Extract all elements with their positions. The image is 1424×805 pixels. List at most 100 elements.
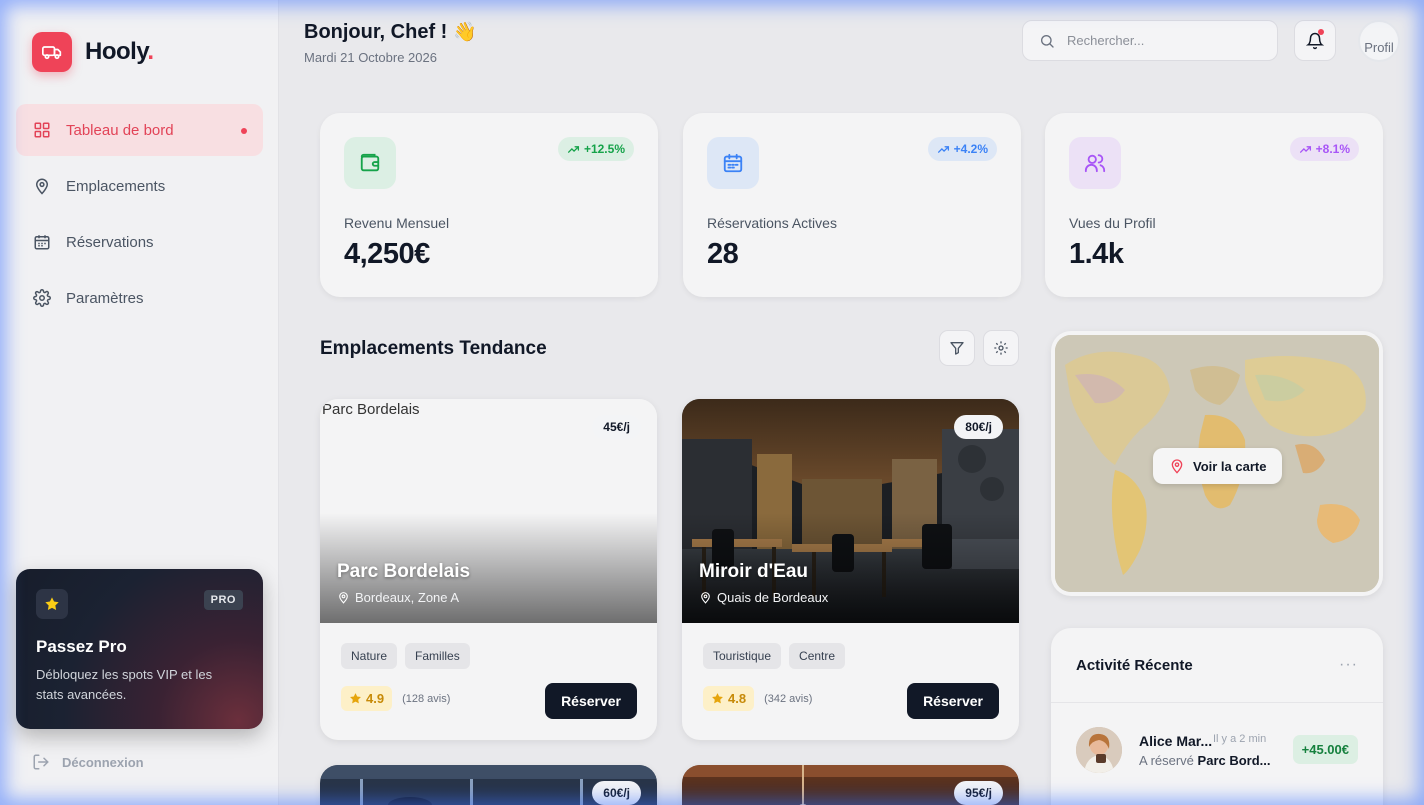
divider [1051,702,1383,703]
logout-icon [33,754,49,770]
pro-title: Passez Pro [36,637,127,656]
sidebar-item-label: Emplacements [66,177,166,195]
book-button[interactable]: Réserver [907,683,999,719]
tag: Nature [341,643,398,669]
trend-up-icon [1299,145,1311,153]
trend-up-icon [937,145,949,153]
location-address: Quais de Bordeaux [699,590,828,605]
sidebar-item-settings[interactable]: Paramètres [16,272,263,324]
stat-value: 1.4k [1069,238,1124,270]
sidebar: Hooly. Tableau de bord Emplacements Rése… [0,0,279,805]
current-date: Mardi 21 Octobre 2026 [304,50,437,65]
location-name: Miroir d'Eau [699,561,809,582]
location-name: Parc Bordelais [337,561,471,582]
grid-icon [32,120,52,140]
notification-dot [1318,29,1324,35]
stat-card-reservations: +4.2% Réservations Actives 28 [683,113,1021,297]
stat-label: Revenu Mensuel [344,215,450,231]
location-card[interactable]: 95€/j [682,765,1019,805]
map-pin-icon [339,592,348,604]
activity-title: Activité Récente [1076,657,1193,674]
recent-activity-card: Activité Récente ··· Alice Mar... Il y a… [1051,628,1383,805]
pro-badge: PRO [203,590,243,610]
logout-button[interactable]: Déconnexion [32,753,144,771]
settings-button[interactable] [983,330,1019,366]
gear-icon [32,288,52,308]
sidebar-item-dashboard[interactable]: Tableau de bord [16,104,263,156]
gear-icon [994,341,1008,355]
greeting: Bonjour, Chef ! 👋 Mardi 21 Octobre 2026 [304,20,477,66]
sidebar-item-label: Tableau de bord [66,121,174,139]
book-button[interactable]: Réserver [545,683,637,719]
notifications-button[interactable] [1294,20,1336,61]
rating: 4.8 (342 avis) [703,686,812,711]
location-card[interactable]: 60€/j [320,765,657,805]
sidebar-item-label: Réservations [66,233,154,251]
avatar [1076,727,1122,773]
tag: Centre [789,643,846,669]
users-icon [1069,137,1121,189]
avatar-alt-text: Profil [1364,40,1394,55]
rating-badge: 4.8 [703,686,755,711]
stat-value: 4,250€ [344,238,430,270]
trend-badge: +12.5% [557,137,634,161]
sidebar-nav: Tableau de bord Emplacements Réservation… [16,104,263,328]
brand-name: Hooly. [85,38,154,65]
filter-button[interactable] [939,330,975,366]
section-title: Emplacements Tendance [320,338,547,359]
image-alt-text: Parc Bordelais [322,401,420,418]
trend-badge: +8.1% [1289,137,1359,161]
pro-description: Débloquez les spots VIP et les stats ava… [36,667,213,702]
map-pin-icon [32,176,52,196]
location-image: 80€/j Miroir d'Eau Quais de Bordeaux [682,399,1019,623]
stat-value: 28 [707,238,739,270]
page-title: Bonjour, Chef ! 👋 [304,20,477,44]
world-map: Voir la carte [1055,335,1379,592]
stat-card-views: +8.1% Vues du Profil 1.4k [1045,113,1383,297]
user-photo [1076,727,1122,773]
sidebar-item-locations[interactable]: Emplacements [16,160,263,212]
map-card[interactable]: Voir la carte [1051,331,1383,596]
calendar-icon [32,232,52,252]
location-image: Parc Bordelais 45€/j Parc Bordelais Bord… [320,399,657,623]
review-count: (128 avis) [402,692,451,705]
map-pin-icon [701,592,710,604]
search-input[interactable] [1067,33,1257,48]
logo[interactable]: Hooly. [32,32,154,72]
trend-badge: +4.2% [927,137,997,161]
profile-avatar[interactable]: Profil [1358,20,1400,62]
tag-list: Nature Familles [341,643,470,669]
sidebar-item-reservations[interactable]: Réservations [16,216,263,268]
calendar-icon [707,137,759,189]
rating: 4.9 (128 avis) [341,686,450,711]
price-badge: 45€/j [592,415,641,439]
rating-badge: 4.9 [341,686,393,711]
search-bar[interactable] [1022,20,1278,61]
more-options-button[interactable]: ··· [1339,656,1358,674]
stat-label: Réservations Actives [707,215,837,231]
sidebar-item-label: Paramètres [66,289,144,307]
stat-card-revenue: +12.5% Revenu Mensuel 4,250€ [320,113,658,297]
location-address: Bordeaux, Zone A [337,590,459,605]
tag-list: Touristique Centre [703,643,846,669]
activity-amount: +45.00€ [1292,735,1358,764]
logout-label: Déconnexion [62,754,144,770]
star-icon [712,693,723,704]
filter-icon [950,342,964,355]
activity-time: Il y a 2 min [1213,733,1267,745]
location-card[interactable]: 80€/j Miroir d'Eau Quais de Bordeaux Tou… [682,399,1019,740]
wave-emoji: 👋 [453,22,477,43]
activity-description: A réservé Parc Bord... [1139,753,1271,768]
truck-icon [32,32,72,72]
price-badge: 80€/j [954,415,1003,439]
wallet-icon [344,137,396,189]
star-icon [36,589,68,619]
tag: Touristique [703,643,782,669]
pro-upgrade-card[interactable]: PRO Passez Pro Débloquez les spots VIP e… [16,569,263,729]
view-map-button[interactable]: Voir la carte [1153,448,1283,484]
search-icon [1041,34,1054,48]
location-image: 95€/j [682,765,1019,805]
stat-label: Vues du Profil [1069,215,1156,231]
location-card[interactable]: Parc Bordelais 45€/j Parc Bordelais Bord… [320,399,657,740]
price-badge: 95€/j [954,781,1003,805]
